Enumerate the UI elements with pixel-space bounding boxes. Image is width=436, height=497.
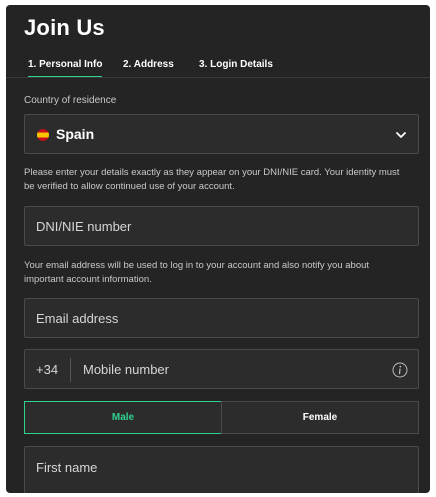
tab-personal-info[interactable]: 1. Personal Info: [28, 59, 103, 78]
gender-toggle: Male Female: [24, 401, 419, 434]
tab-address[interactable]: 2. Address: [123, 59, 174, 70]
country-label: Country of residence: [24, 95, 117, 106]
tabs-divider: [6, 77, 430, 78]
identity-helper-text: Please enter your details exactly as the…: [24, 167, 400, 192]
first-name-field[interactable]: First name: [24, 446, 419, 493]
mobile-placeholder: Mobile number: [83, 362, 169, 377]
dni-nie-placeholder: DNI/NIE number: [36, 219, 132, 234]
chevron-down-icon: [396, 132, 406, 138]
dni-nie-field[interactable]: DNI/NIE number: [24, 206, 419, 246]
country-value: Spain: [56, 126, 95, 142]
mobile-field[interactable]: +34 Mobile number: [24, 349, 419, 389]
prefix-divider: [70, 358, 71, 382]
email-placeholder: Email address: [36, 311, 119, 326]
male-option[interactable]: Male: [24, 401, 222, 434]
country-code-prefix[interactable]: +34: [36, 362, 58, 377]
female-option[interactable]: Female: [221, 401, 419, 434]
registration-panel: Join Us 1. Personal Info 2. Address 3. L…: [6, 5, 430, 493]
page-title: Join Us: [24, 15, 105, 40]
first-name-placeholder: First name: [36, 460, 98, 475]
step-tabs: 1. Personal Info 2. Address 3. Login Det…: [6, 55, 430, 79]
info-icon[interactable]: [392, 362, 408, 378]
country-select[interactable]: Spain: [24, 114, 419, 154]
tab-login-details[interactable]: 3. Login Details: [199, 59, 273, 70]
email-helper-text: Your email address will be used to log i…: [24, 260, 370, 285]
spain-flag-icon: [37, 129, 49, 141]
email-field[interactable]: Email address: [24, 298, 419, 338]
